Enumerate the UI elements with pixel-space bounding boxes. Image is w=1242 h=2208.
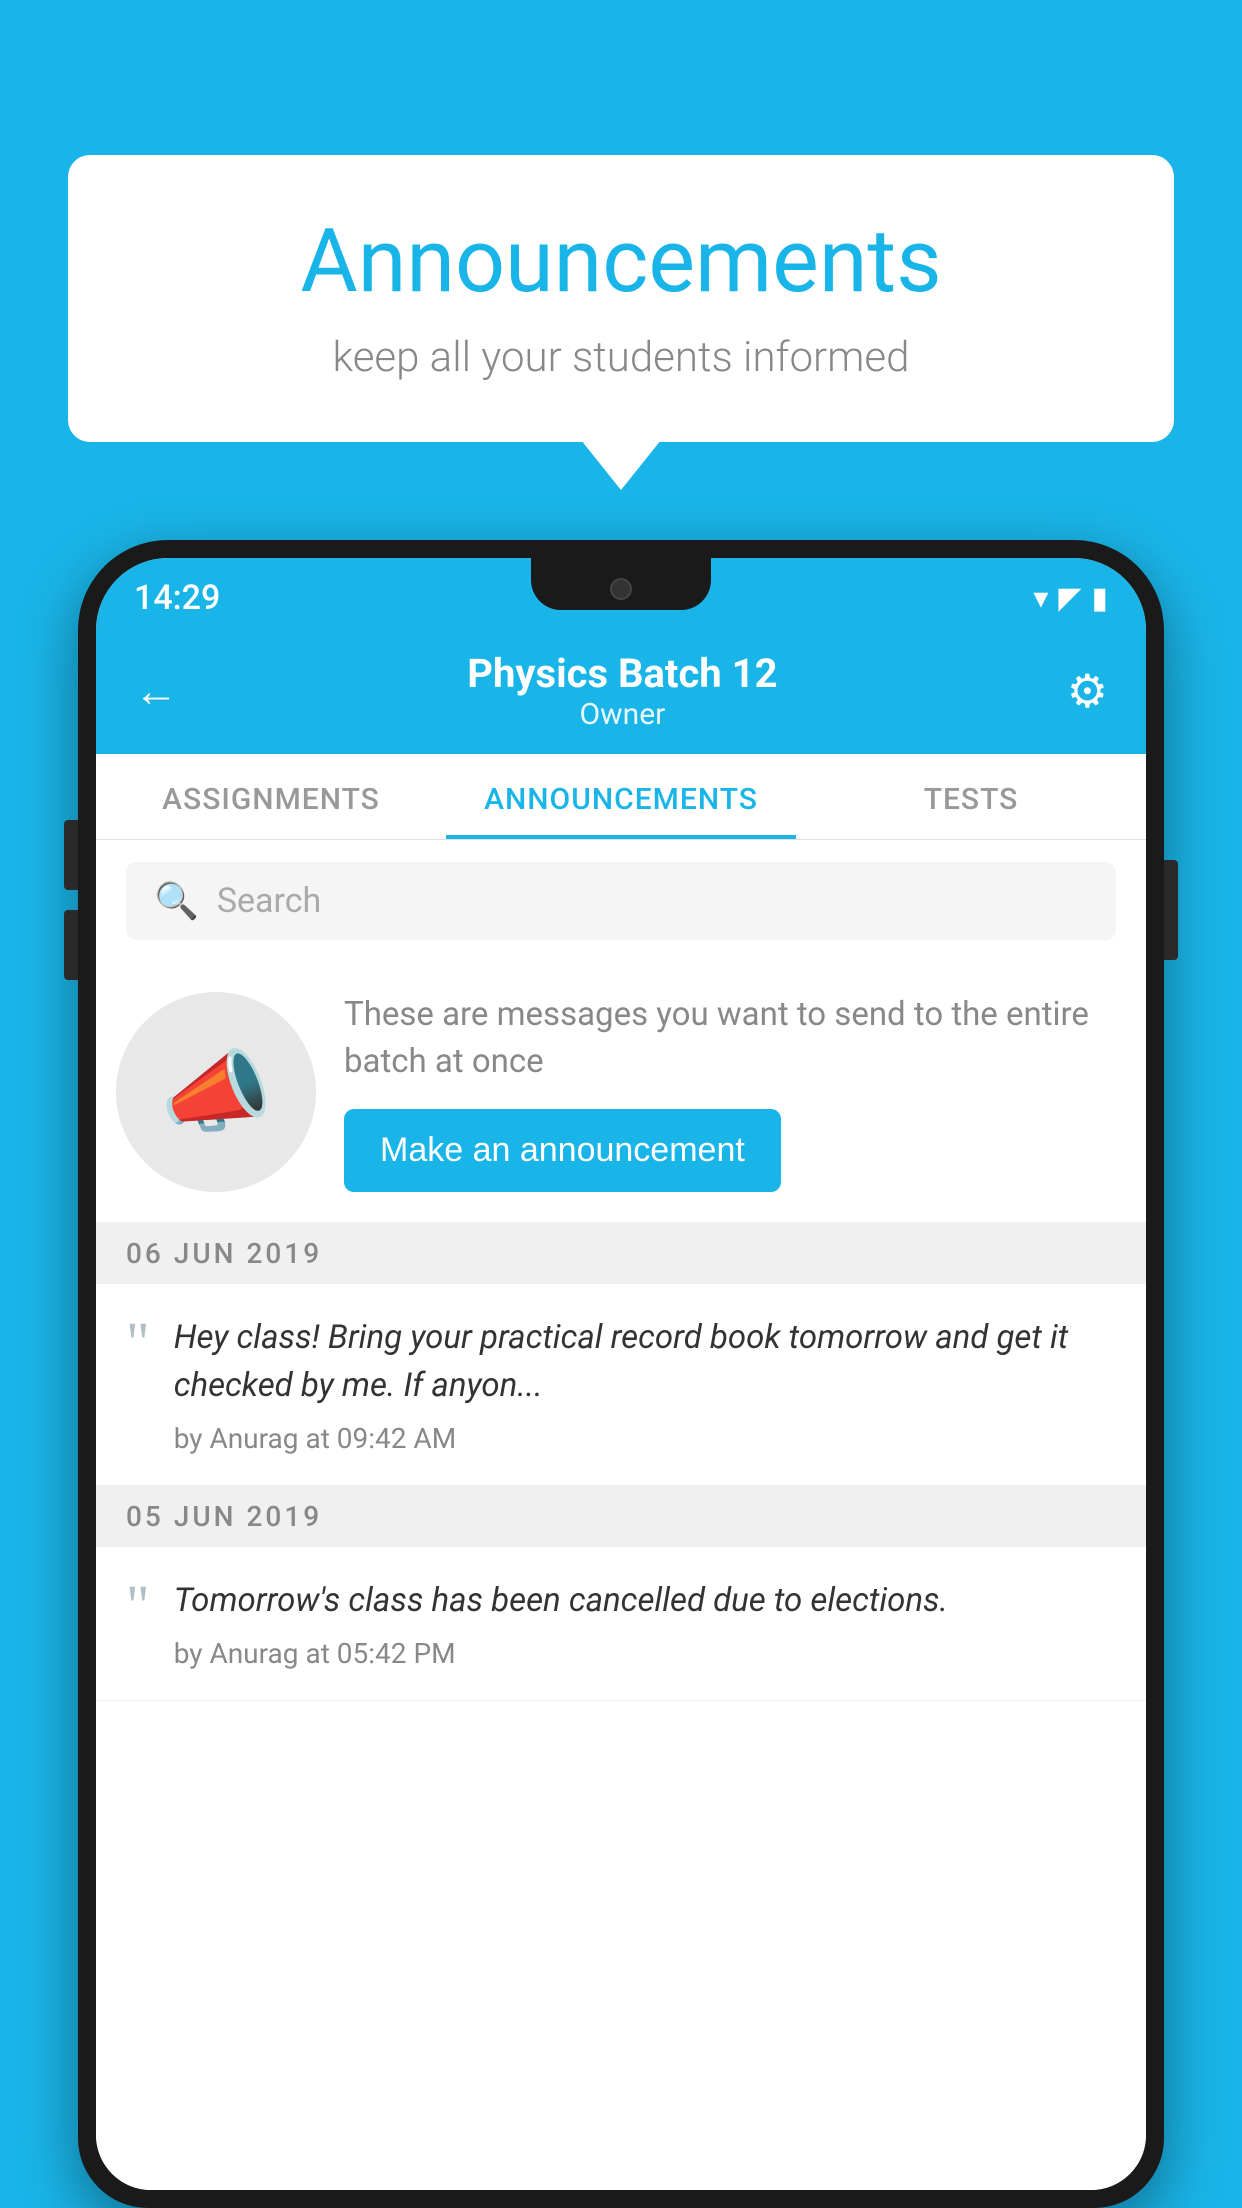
speech-bubble-section: Announcements keep all your students inf… (68, 155, 1174, 442)
announcement-text-1: Hey class! Bring your practical record b… (174, 1314, 1116, 1410)
announcement-meta-2: by Anurag at 05:42 PM (174, 1637, 948, 1670)
battery-icon: ▮ (1091, 581, 1108, 616)
tab-assignments[interactable]: ASSIGNMENTS (96, 754, 446, 839)
announcement-item-2[interactable]: " Tomorrow's class has been cancelled du… (96, 1547, 1146, 1701)
signal-icon: ◤ (1058, 581, 1081, 616)
announcements-subtitle: keep all your students informed (128, 333, 1114, 382)
screen-content: 🔍 Search 📣 These are messages you want t… (96, 840, 1146, 2190)
date-divider-2: 05 JUN 2019 (96, 1486, 1146, 1547)
phone-frame: 14:29 ▾ ◤ ▮ ← Physics Batch 12 Owner ⚙ A… (78, 540, 1164, 2208)
make-announcement-button[interactable]: Make an announcement (344, 1109, 781, 1192)
power-button[interactable] (1164, 860, 1178, 960)
announcement-text-2: Tomorrow's class has been cancelled due … (174, 1577, 948, 1625)
tab-announcements[interactable]: ANNOUNCEMENTS (446, 754, 796, 839)
volume-up-button[interactable] (64, 820, 78, 890)
status-time: 14:29 (134, 578, 220, 618)
announcement-content-1: Hey class! Bring your practical record b… (174, 1314, 1116, 1455)
quote-icon-1: " (126, 1320, 150, 1366)
volume-down-button[interactable] (64, 910, 78, 980)
megaphone-icon: 📣 (160, 1040, 272, 1145)
announcement-content-2: Tomorrow's class has been cancelled due … (174, 1577, 948, 1670)
batch-title: Physics Batch 12 (467, 650, 777, 697)
settings-icon[interactable]: ⚙ (1067, 664, 1108, 719)
promo-description: These are messages you want to send to t… (344, 992, 1116, 1084)
app-header: ← Physics Batch 12 Owner ⚙ (96, 630, 1146, 754)
announcement-meta-1: by Anurag at 09:42 AM (174, 1422, 1116, 1455)
speech-bubble-card: Announcements keep all your students inf… (68, 155, 1174, 442)
announcement-item-1[interactable]: " Hey class! Bring your practical record… (96, 1284, 1146, 1486)
quote-icon-2: " (126, 1583, 150, 1629)
tabs-bar: ASSIGNMENTS ANNOUNCEMENTS TESTS (96, 754, 1146, 840)
search-bar[interactable]: 🔍 Search (126, 862, 1116, 940)
promo-icon-circle: 📣 (116, 992, 316, 1192)
search-icon: 🔍 (154, 880, 199, 922)
tab-tests[interactable]: TESTS (796, 754, 1146, 839)
date-divider-1: 06 JUN 2019 (96, 1223, 1146, 1284)
promo-section: 📣 These are messages you want to send to… (96, 962, 1146, 1223)
back-button[interactable]: ← (134, 665, 178, 717)
header-title-block: Physics Batch 12 Owner (467, 650, 777, 732)
wifi-icon: ▾ (1033, 581, 1048, 616)
phone-notch (531, 558, 711, 610)
status-icons: ▾ ◤ ▮ (1033, 581, 1108, 616)
announcements-title: Announcements (128, 210, 1114, 313)
batch-role: Owner (467, 697, 777, 732)
promo-content: These are messages you want to send to t… (344, 992, 1116, 1191)
search-placeholder: Search (217, 881, 321, 921)
front-camera (610, 578, 632, 600)
search-container: 🔍 Search (96, 840, 1146, 962)
phone-screen: 14:29 ▾ ◤ ▮ ← Physics Batch 12 Owner ⚙ A… (96, 558, 1146, 2190)
